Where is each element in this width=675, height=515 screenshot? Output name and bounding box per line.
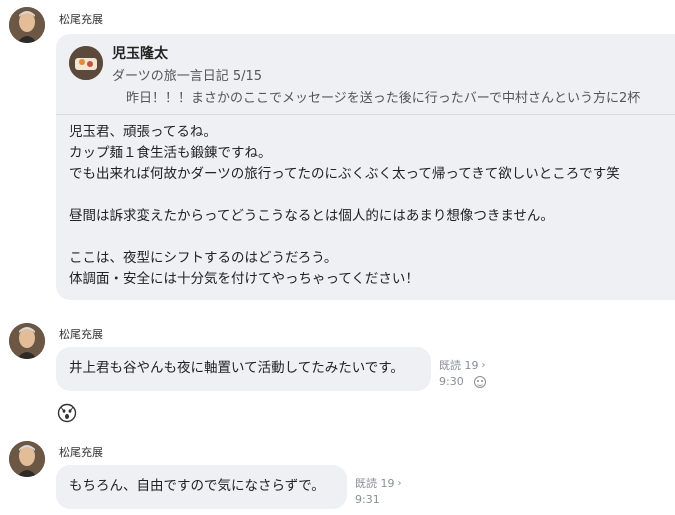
message-time: 9:31 <box>355 493 380 506</box>
message-line: 昼間は訴求変えたからってどうこうなるとは個人的にはあまり想像つきません。 <box>69 208 554 224</box>
message-bubble[interactable]: 井上君も谷やんも夜に軸置いて活動してたみたいです。 <box>56 347 431 391</box>
quoted-author-name: 児玉隆太 <box>112 46 168 62</box>
message-line: ここは、夜型にシフトするのはどうだろう。 <box>69 250 338 266</box>
message-meta: 既読 19 › 9:31 <box>355 476 402 508</box>
message-line <box>69 185 620 206</box>
message-text: もちろん、自由ですので気になさらずで。 <box>69 478 325 494</box>
quoted-post-title: ダーツの旅一言日記 5/15 <box>112 69 263 84</box>
quoted-post-preview: 昨日！！！まさかのここでメッセージを送った後に行ったバーで中村さんという方に2杯 <box>126 91 641 106</box>
quoted-post[interactable]: 児玉隆太 ダーツの旅一言日記 5/15 昨日！！！まさかのここでメッセージを送っ… <box>56 34 675 115</box>
message-line <box>69 227 620 248</box>
message-bubble[interactable]: 児玉隆太 ダーツの旅一言日記 5/15 昨日！！！まさかのここでメッセージを送っ… <box>56 34 675 300</box>
sender-name: 松尾充展 <box>59 328 103 341</box>
message-meta: 既読 19 › 9:30 <box>439 358 486 390</box>
sender-name: 松尾充展 <box>59 446 103 459</box>
chevron-right-icon: › <box>481 360 486 371</box>
sender-avatar[interactable] <box>9 7 45 43</box>
add-reaction-icon[interactable] <box>473 376 486 388</box>
sender-avatar[interactable] <box>9 323 45 359</box>
read-receipt[interactable]: 既読 19 › <box>355 476 402 492</box>
read-count: 既読 19 <box>355 477 395 490</box>
message-time: 9:30 <box>439 375 464 388</box>
chat-thread: 松尾充展 児玉隆太 ダーツの旅一言日記 5/15 昨日！！！まさかのここでメッセ… <box>0 0 675 515</box>
quoted-author-avatar <box>69 46 103 80</box>
message-line: 体調面・安全には十分気を付けてやっちゃってください！ <box>69 271 419 287</box>
sender-avatar[interactable] <box>9 441 45 477</box>
message-bubble[interactable]: もちろん、自由ですので気になさらずで。 <box>56 465 347 509</box>
message-line: でも出来れば何故かダーツの旅行ってたのにぶくぶく太って帰ってきて欲しいところです… <box>69 166 620 182</box>
message-line: カップ麺１食生活も鍛錬ですね。 <box>69 145 272 161</box>
shocked-face-icon[interactable] <box>57 403 77 423</box>
read-receipt[interactable]: 既読 19 › <box>439 358 486 374</box>
message-text: 井上君も谷やんも夜に軸置いて活動してたみたいです。 <box>69 360 404 376</box>
read-count: 既読 19 <box>439 359 479 372</box>
chevron-right-icon: › <box>397 478 402 489</box>
message-text: 児玉君、頑張ってるね。 カップ麺１食生活も鍛錬ですね。 でも出来れば何故かダーツ… <box>69 122 620 290</box>
sender-name: 松尾充展 <box>59 13 103 26</box>
message-line: 児玉君、頑張ってるね。 <box>69 124 217 140</box>
